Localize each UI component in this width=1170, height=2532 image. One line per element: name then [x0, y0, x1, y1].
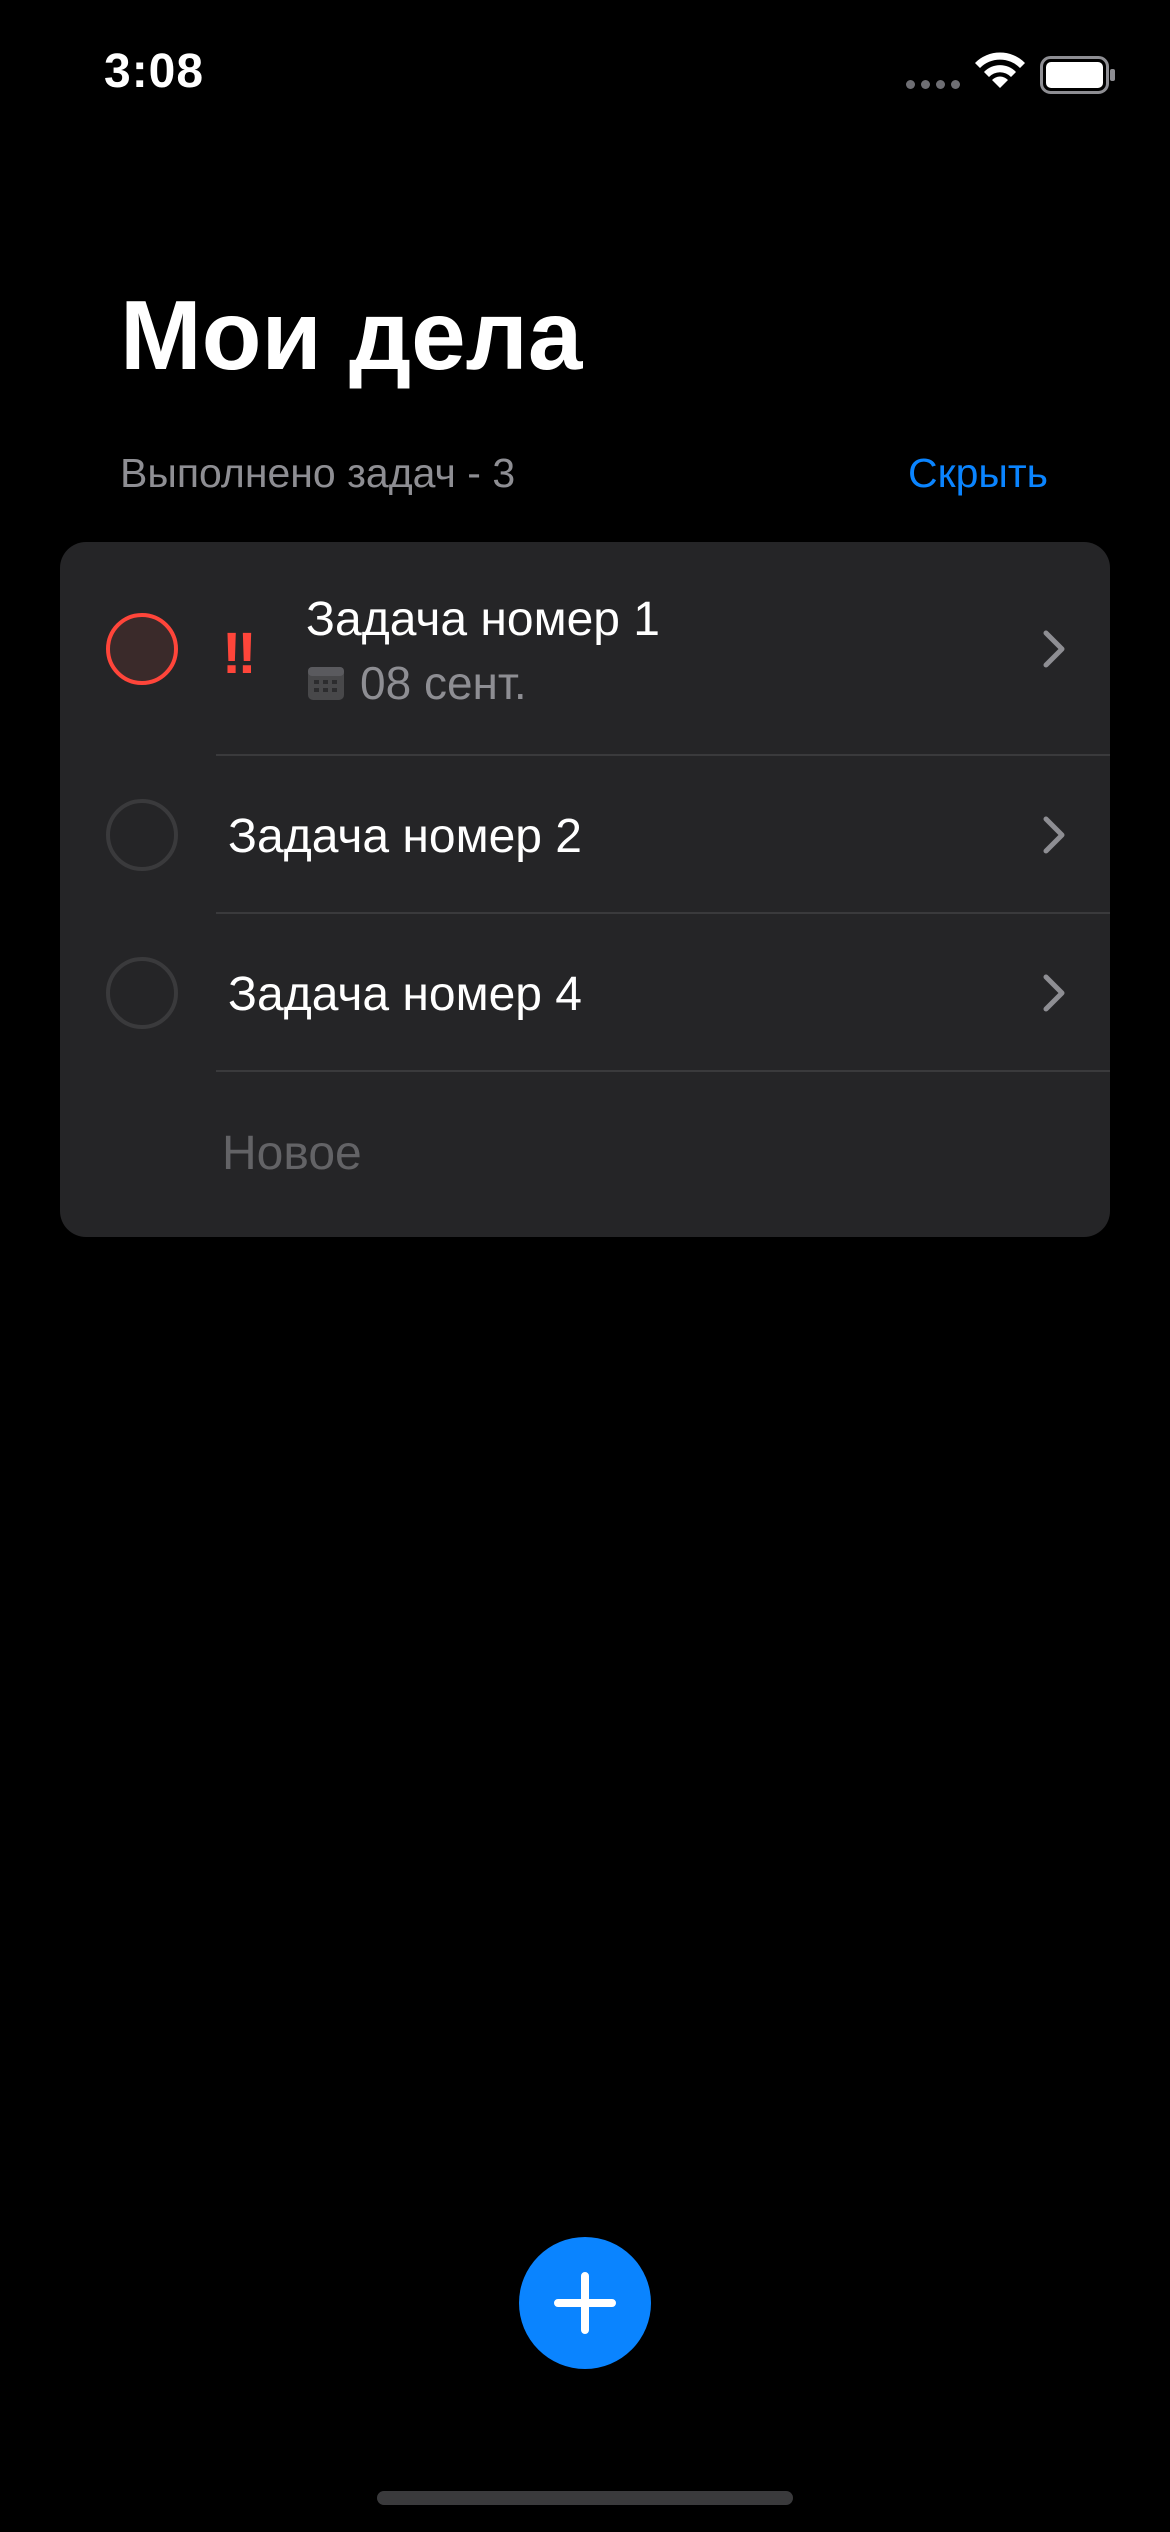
signal-icon	[906, 80, 960, 89]
task-title: Задача номер 2	[228, 810, 582, 863]
screen: 3:08 Мои дела Выполнено задач - 3 Скрыть…	[0, 0, 1170, 2532]
done-count-label: Выполнено задач - 3	[120, 450, 516, 496]
due-date-text: 08 сент.	[360, 657, 527, 709]
chevron-right-icon[interactable]	[1042, 973, 1066, 1013]
due-date: 08 сент.	[306, 656, 527, 710]
plus-icon	[554, 2272, 616, 2334]
task-row[interactable]: Задача номер 4	[60, 914, 1110, 1072]
task-title: Задача номер 4	[228, 968, 582, 1021]
chevron-right-icon[interactable]	[1042, 629, 1066, 669]
task-row[interactable]: !! Задача номер 1 08 сент.	[60, 542, 1110, 756]
new-task-row[interactable]: Новое	[60, 1072, 1110, 1237]
calendar-icon	[308, 667, 344, 700]
status-bar: 3:08	[0, 0, 1170, 140]
complete-toggle[interactable]	[106, 799, 178, 871]
task-list: !! Задача номер 1 08 сент. Задача номер …	[60, 542, 1110, 1237]
task-title: Задача номер 1	[306, 593, 660, 646]
chevron-right-icon[interactable]	[1042, 815, 1066, 855]
task-row[interactable]: Задача номер 2	[60, 756, 1110, 914]
new-task-input[interactable]: Новое	[222, 1126, 362, 1181]
page-title: Мои дела	[120, 280, 583, 390]
home-indicator	[377, 2491, 793, 2505]
battery-icon	[1040, 56, 1115, 94]
hide-completed-button[interactable]: Скрыть	[908, 450, 1048, 497]
complete-toggle[interactable]	[106, 613, 178, 685]
wifi-icon	[975, 52, 1025, 88]
add-task-button[interactable]	[519, 2237, 651, 2369]
complete-toggle[interactable]	[106, 957, 178, 1029]
status-time: 3:08	[104, 45, 205, 98]
priority-icon: !!	[222, 621, 257, 686]
